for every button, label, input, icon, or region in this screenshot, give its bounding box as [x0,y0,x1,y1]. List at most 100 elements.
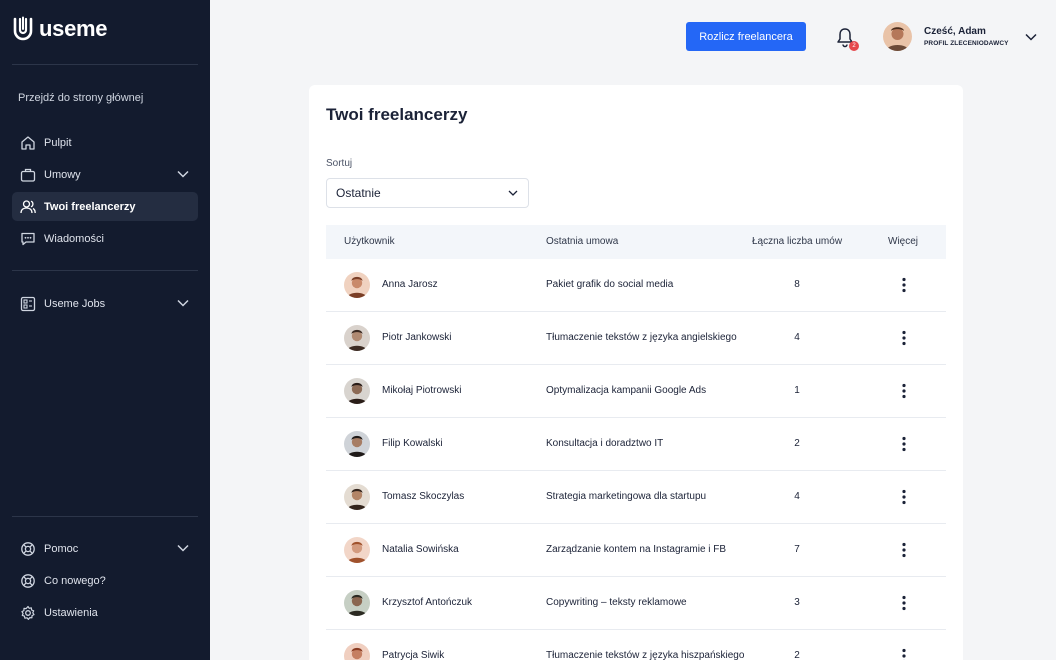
sidebar-divider [12,516,198,517]
sidebar-item-umowy[interactable]: Umowy [12,160,198,189]
sidebar-item-label: Co nowego? [44,574,106,587]
whats-new-icon [19,572,37,590]
contract-count: 7 [794,544,800,555]
briefcase-icon [19,166,37,184]
notification-badge: 2 [849,41,859,51]
table-row[interactable]: Patrycja Siwik Tłumaczenie tekstów z języ… [326,630,946,660]
freelancer-name[interactable]: Anna Jarosz [382,279,438,290]
sidebar: useme Przejdź do strony głównej Pulpit U… [0,0,210,660]
more-options-icon[interactable] [898,647,910,660]
sidebar-item-settings[interactable]: Ustawienia [12,598,198,627]
sidebar-item-help[interactable]: Pomoc [12,534,198,563]
lifebuoy-icon [19,540,37,558]
more-options-icon[interactable] [898,382,910,400]
table-row[interactable]: Filip Kowalski Konsultacja i doradztwo IT… [326,418,946,471]
sidebar-item-label: Pomoc [44,542,79,555]
avatar [344,484,370,510]
table-row[interactable]: Anna Jarosz Pakiet grafik do social media… [326,259,946,312]
sort-value: Ostatnie [336,186,381,200]
settle-freelancer-button[interactable]: Rozlicz freelancera [686,22,806,51]
avatar [344,272,370,298]
more-options-icon[interactable] [898,488,910,506]
contract-count: 3 [794,597,800,608]
freelancer-name[interactable]: Patrycja Siwik [382,650,444,660]
more-options-icon[interactable] [898,329,910,347]
user-role: PROFIL ZLECENIODAWCY [924,40,1009,47]
sidebar-item-label: Wiadomości [44,232,104,245]
brand-name: useme [39,16,108,41]
more-options-icon[interactable] [898,594,910,612]
sidebar-item-messages[interactable]: Wiadomości [12,224,198,253]
sidebar-item-pulpit[interactable]: Pulpit [12,128,198,157]
freelancer-name[interactable]: Filip Kowalski [382,438,443,449]
contract-count: 2 [794,650,800,660]
table-row[interactable]: Mikołaj Piotrowski Optymalizacja kampanii… [326,365,946,418]
avatar [344,378,370,404]
chevron-down-icon[interactable] [176,167,190,181]
sidebar-item-label: Useme Jobs [44,297,106,310]
page-title: Twoi freelancerzy [326,105,468,124]
chevron-down-icon[interactable] [176,296,190,310]
contract-count: 4 [794,491,800,502]
avatar [344,431,370,457]
more-options-icon[interactable] [898,435,910,453]
freelancer-name[interactable]: Krzysztof Antończuk [382,597,472,608]
more-options-icon[interactable] [898,276,910,294]
column-header-total-contracts: Łączna liczba umów [752,236,843,247]
sidebar-item-useme-jobs[interactable]: Useme Jobs [12,289,198,318]
user-greeting: Cześć, Adam [924,26,986,37]
sidebar-item-label: Pulpit [44,136,72,149]
freelancers-card: Twoi freelancerzy Sortuj Ostatnie Użytko… [309,85,963,660]
home-link[interactable]: Przejdź do strony głównej [18,92,143,104]
sidebar-item-label: Ustawienia [44,606,98,619]
sort-label: Sortuj [326,158,353,169]
last-contract: Copywriting – teksty reklamowe [546,597,687,608]
table-row[interactable]: Piotr Jankowski Tłumaczenie tekstów z jęz… [326,312,946,365]
last-contract: Tłumaczenie tekstów z języka hiszpańskie… [546,650,745,660]
gear-icon [19,604,37,622]
sidebar-item-whats-new[interactable]: Co nowego? [12,566,198,595]
useme-logo-icon [13,16,33,41]
sort-select[interactable]: Ostatnie [326,178,529,208]
jobs-icon [19,295,37,313]
freelancer-name[interactable]: Tomasz Skoczylas [382,491,464,502]
avatar [344,590,370,616]
contract-count: 8 [794,279,800,290]
column-header-more: Więcej [888,236,919,247]
message-icon [19,230,37,248]
sidebar-divider [12,270,198,271]
sidebar-item-label: Twoi freelancerzy [44,200,136,213]
last-contract: Optymalizacja kampanii Google Ads [546,385,707,396]
freelancers-table: Użytkownik Ostatnia umowa Łączna liczba … [326,225,946,660]
table-row[interactable]: Natalia Sowińska Zarządzanie kontem na In… [326,524,946,577]
chevron-down-icon[interactable] [176,541,190,555]
home-icon [19,134,37,152]
column-header-last-contract: Ostatnia umowa [546,236,619,247]
table-row[interactable]: Tomasz Skoczylas Strategia marketingowa d… [326,471,946,524]
sidebar-divider [12,64,198,65]
last-contract: Strategia marketingowa dla startupu [546,491,707,502]
sidebar-item-freelancers[interactable]: Twoi freelancerzy [12,192,198,221]
chevron-down-icon[interactable] [1024,30,1038,44]
last-contract: Tłumaczenie tekstów z języka angielskieg… [546,332,737,343]
contract-count: 2 [794,438,800,449]
table-row[interactable]: Krzysztof Antończuk Copywriting – teksty … [326,577,946,630]
avatar[interactable] [883,22,912,51]
sidebar-item-label: Umowy [44,168,81,181]
freelancer-name[interactable]: Natalia Sowińska [382,544,459,555]
freelancer-name[interactable]: Piotr Jankowski [382,332,451,343]
useme-logo[interactable]: useme [12,16,108,42]
more-options-icon[interactable] [898,541,910,559]
freelancer-name[interactable]: Mikołaj Piotrowski [382,385,461,396]
avatar [344,537,370,563]
avatar [344,643,370,660]
avatar [344,325,370,351]
table-header: Użytkownik Ostatnia umowa Łączna liczba … [326,225,946,259]
column-header-user: Użytkownik [344,236,395,247]
last-contract: Konsultacja i doradztwo IT [546,438,664,449]
chevron-down-icon [508,190,518,196]
last-contract: Pakiet grafik do social media [546,279,674,290]
users-icon [19,198,37,216]
contract-count: 1 [794,385,800,396]
contract-count: 4 [794,332,800,343]
